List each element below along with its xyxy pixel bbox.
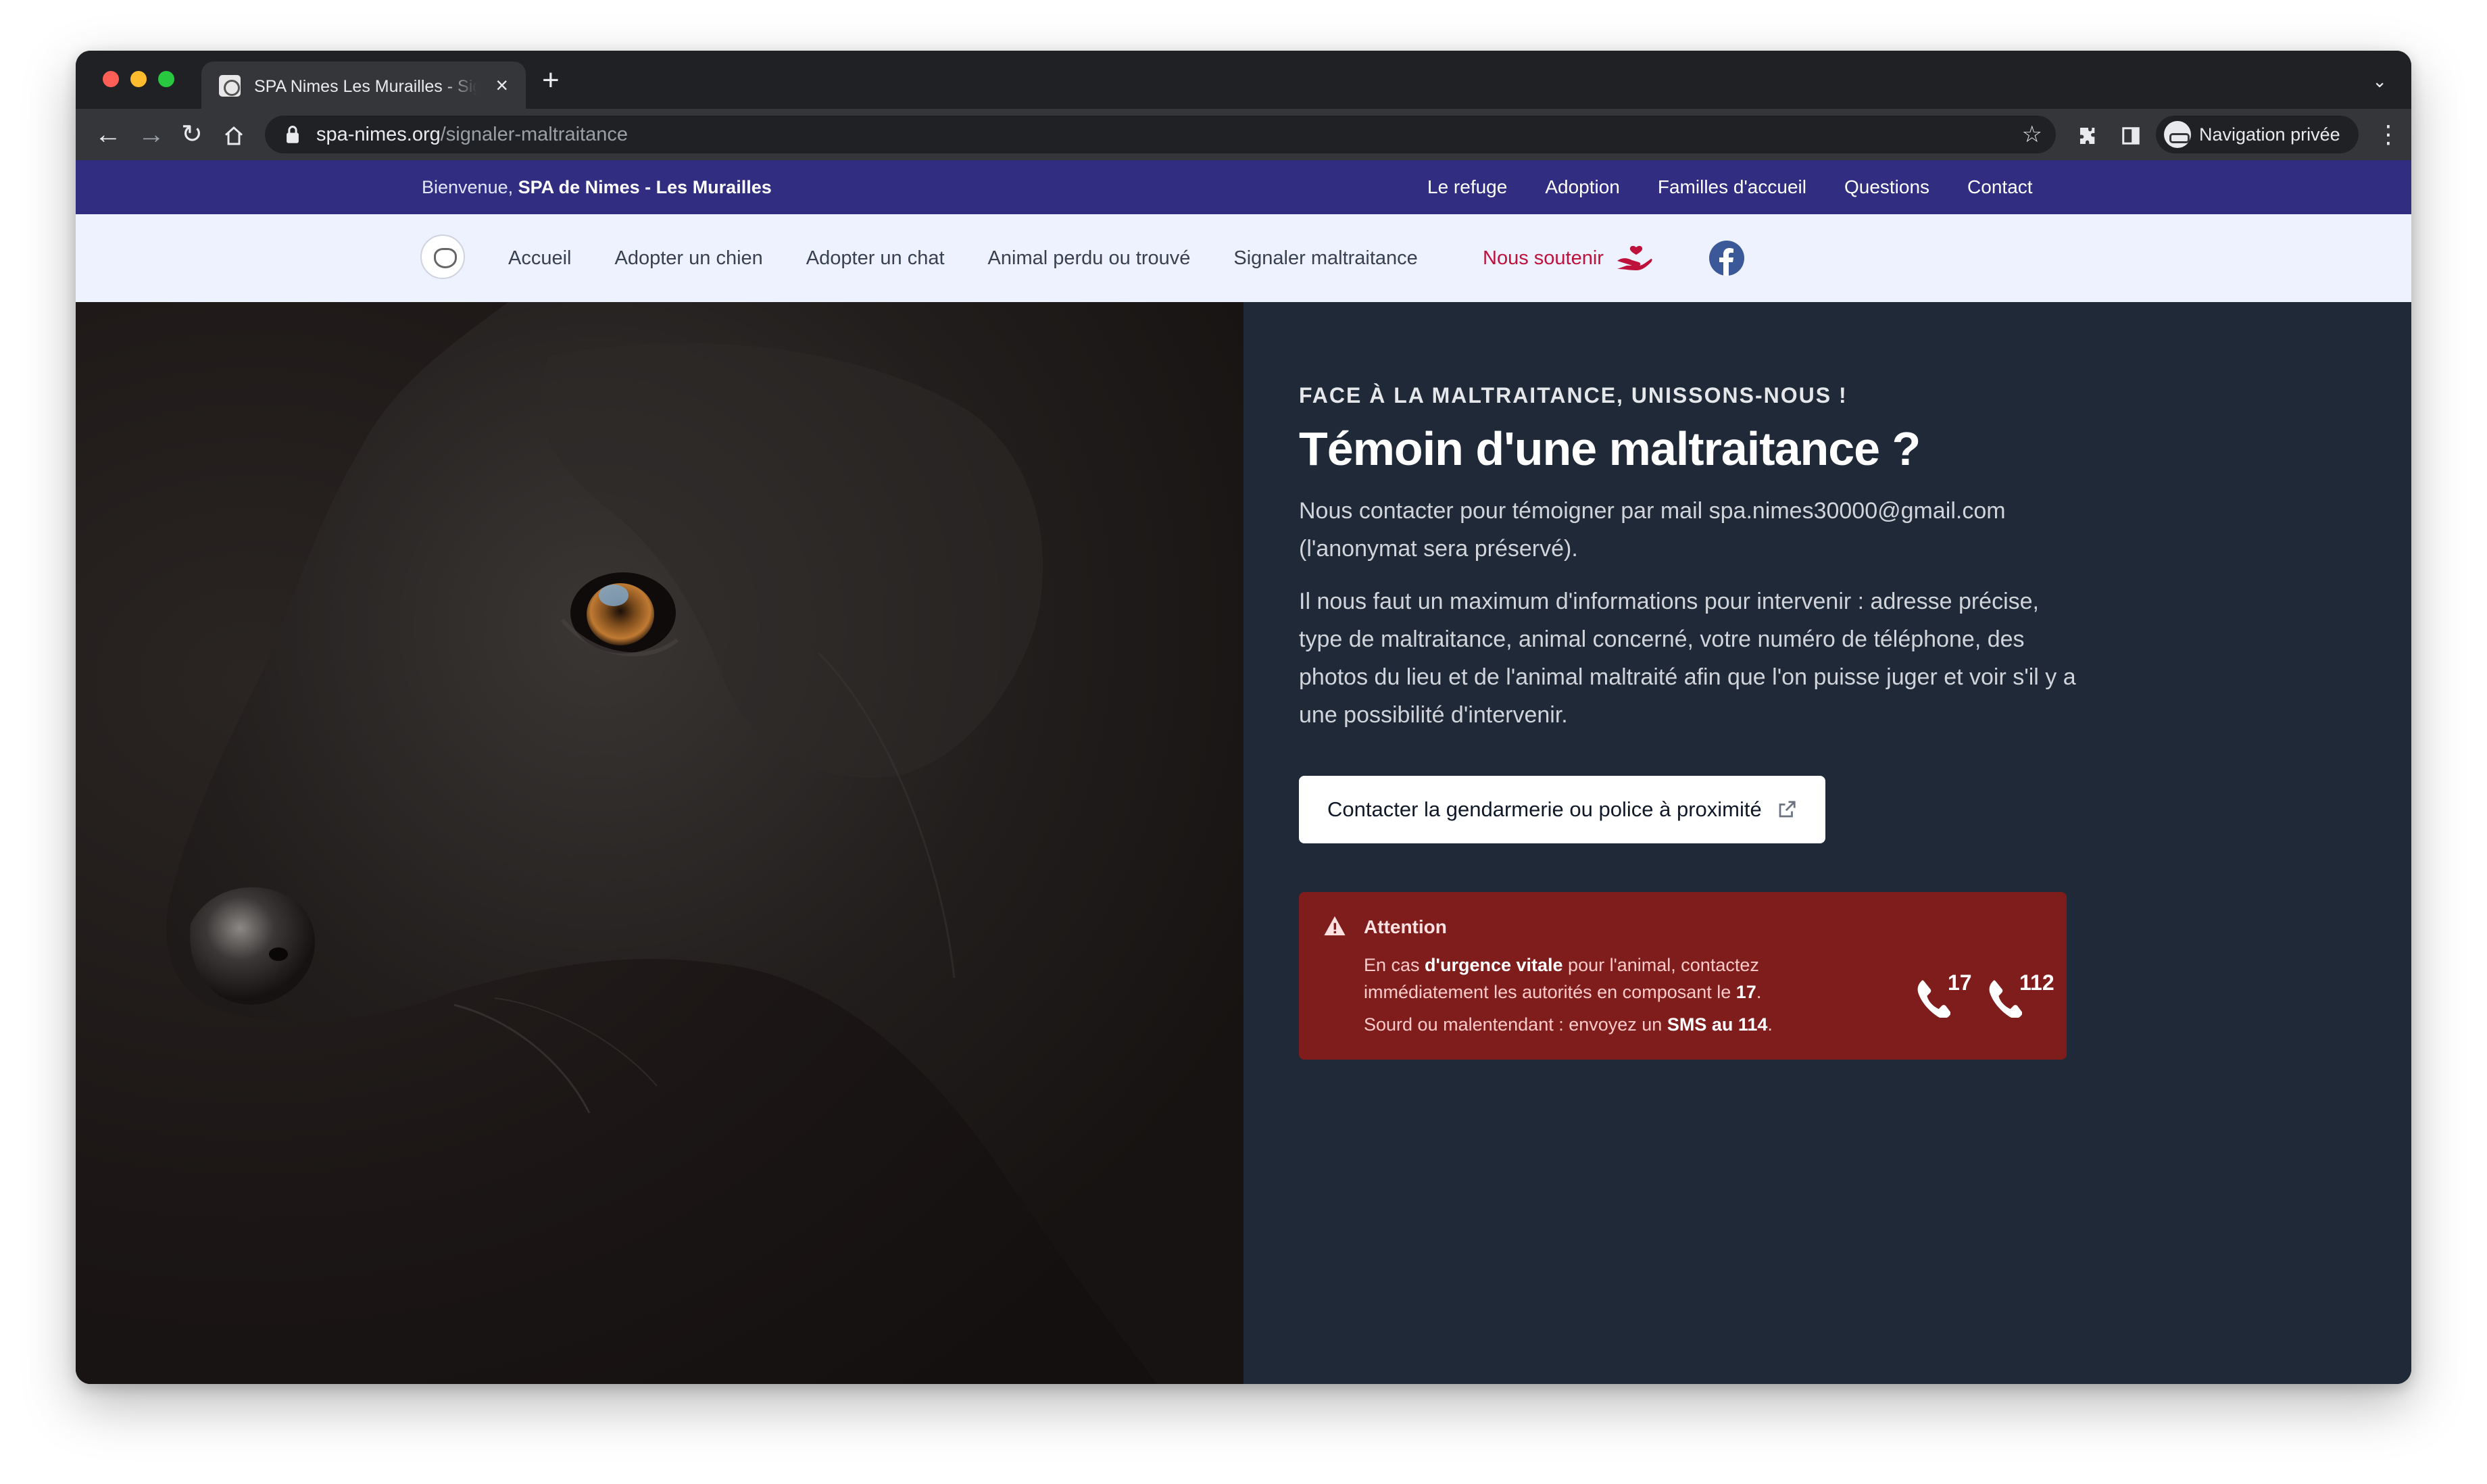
incognito-label: Navigation privée: [2199, 124, 2340, 145]
toplink-le-refuge[interactable]: Le refuge: [1427, 160, 1507, 214]
reload-icon[interactable]: ↻: [181, 109, 203, 160]
browser-menu-icon[interactable]: ⋮: [2376, 109, 2400, 160]
bookmark-star-icon[interactable]: ☆: [2022, 116, 2042, 153]
nav-item-signaler-maltraitance[interactable]: Signaler maltraitance: [1233, 214, 1417, 302]
toplink-adoption[interactable]: Adoption: [1545, 160, 1620, 214]
toplink-contact[interactable]: Contact: [1967, 160, 2033, 214]
url-text: spa-nimes.org/signaler-maltraitance: [316, 124, 628, 145]
top-links: Le refuge Adoption Familles d'accueil Qu…: [1427, 160, 2033, 214]
extensions-puzzle-icon[interactable]: [2077, 109, 2099, 160]
phone-icon: [1917, 980, 1950, 1018]
browser-toolbar: ← → ↻ spa-nimes.org/signaler-maltraitanc…: [76, 109, 2411, 160]
nav-item-adopter-chat[interactable]: Adopter un chat: [806, 214, 945, 302]
dog-photo: [76, 302, 1244, 1384]
dog-silhouette-illustration: [166, 302, 1244, 1384]
hero-section: FACE À LA MALTRAITANCE, UNISSONS-NOUS ! …: [76, 302, 2411, 1384]
lock-icon: [287, 126, 299, 143]
support-label: Nous soutenir: [1483, 247, 1604, 269]
minimize-window-button[interactable]: [130, 71, 147, 87]
tab-strip: SPA Nimes Les Murailles - Signaler maltr…: [76, 51, 2411, 109]
emergency-alert: Attention En cas d'urgence vitale pour l…: [1299, 892, 2067, 1060]
nav-links: Accueil Adopter un chien Adopter un chat…: [508, 214, 1418, 302]
hero-title: Témoin d'une maltraitance ?: [1299, 422, 1921, 475]
alert-line-urgence: En cas d'urgence vitale pour l'animal, c…: [1364, 955, 1762, 1002]
toplink-questions[interactable]: Questions: [1844, 160, 1929, 214]
incognito-icon: [2164, 121, 2191, 148]
alert-body: En cas d'urgence vitale pour l'animal, c…: [1364, 951, 1877, 1038]
nav-item-adopter-chien[interactable]: Adopter un chien: [615, 214, 763, 302]
welcome-bar: Bienvenue, SPA de Nimes - Les Murailles …: [76, 160, 2411, 214]
side-panel-icon[interactable]: [2121, 109, 2141, 160]
maximize-window-button[interactable]: [158, 71, 174, 87]
browser-tab[interactable]: SPA Nimes Les Murailles - Signaler maltr…: [201, 61, 526, 109]
contact-police-button[interactable]: Contacter la gendarmerie ou police à pro…: [1299, 776, 1825, 843]
hero-content: FACE À LA MALTRAITANCE, UNISSONS-NOUS ! …: [1299, 383, 2076, 843]
tab-close-icon[interactable]: ×: [495, 72, 508, 98]
alert-title: Attention: [1364, 916, 1447, 937]
main-navigation: Accueil Adopter un chien Adopter un chat…: [76, 214, 2411, 302]
new-tab-button[interactable]: +: [542, 66, 560, 95]
alert-line-sms: Sourd ou malentendant : envoyez un SMS a…: [1364, 1014, 1773, 1035]
phone-112-number: 112: [2019, 970, 2054, 995]
hero-intro: Nous contacter pour témoigner par mail s…: [1299, 498, 2006, 562]
welcome-text: Bienvenue, SPA de Nimes - Les Murailles: [422, 177, 772, 197]
forward-arrow-icon[interactable]: →: [138, 109, 165, 160]
hero-details: Il nous faut un maximum d'informations p…: [1299, 589, 2076, 728]
tab-favicon-icon: [219, 75, 241, 97]
phone-112-link[interactable]: 112: [1987, 970, 2054, 1018]
tab-search-chevron-icon[interactable]: ⌄: [2372, 71, 2387, 92]
back-arrow-icon[interactable]: ←: [95, 109, 122, 160]
home-icon[interactable]: [223, 109, 245, 160]
warning-triangle-icon: [1324, 916, 1346, 936]
facebook-icon[interactable]: [1708, 240, 1745, 276]
toplink-familles-accueil[interactable]: Familles d'accueil: [1658, 160, 1806, 214]
nav-item-accueil[interactable]: Accueil: [508, 214, 572, 302]
nav-item-animal-perdu[interactable]: Animal perdu ou trouvé: [988, 214, 1191, 302]
nav-item-nous-soutenir[interactable]: Nous soutenir: [1483, 214, 1652, 302]
page-viewport: Bienvenue, SPA de Nimes - Les Murailles …: [76, 160, 2411, 1384]
spa-logo[interactable]: [420, 234, 465, 279]
close-window-button[interactable]: [103, 71, 119, 87]
incognito-profile-button[interactable]: Navigation privée: [2156, 116, 2359, 153]
address-bar[interactable]: spa-nimes.org/signaler-maltraitance ☆: [265, 116, 2056, 153]
contact-police-label: Contacter la gendarmerie ou police à pro…: [1327, 797, 1762, 821]
heart-hand-icon: [1617, 245, 1652, 270]
phone-17-number: 17: [1948, 970, 1972, 995]
hero-eyebrow: FACE À LA MALTRAITANCE, UNISSONS-NOUS !: [1299, 383, 1848, 407]
phone-icon: [1989, 980, 2022, 1018]
browser-window: SPA Nimes Les Murailles - Signaler maltr…: [76, 51, 2411, 1384]
external-link-icon: [1779, 801, 1796, 818]
tab-title: SPA Nimes Les Murailles - Signaler maltr…: [254, 77, 477, 96]
phone-17-link[interactable]: 17: [1915, 970, 1972, 1018]
